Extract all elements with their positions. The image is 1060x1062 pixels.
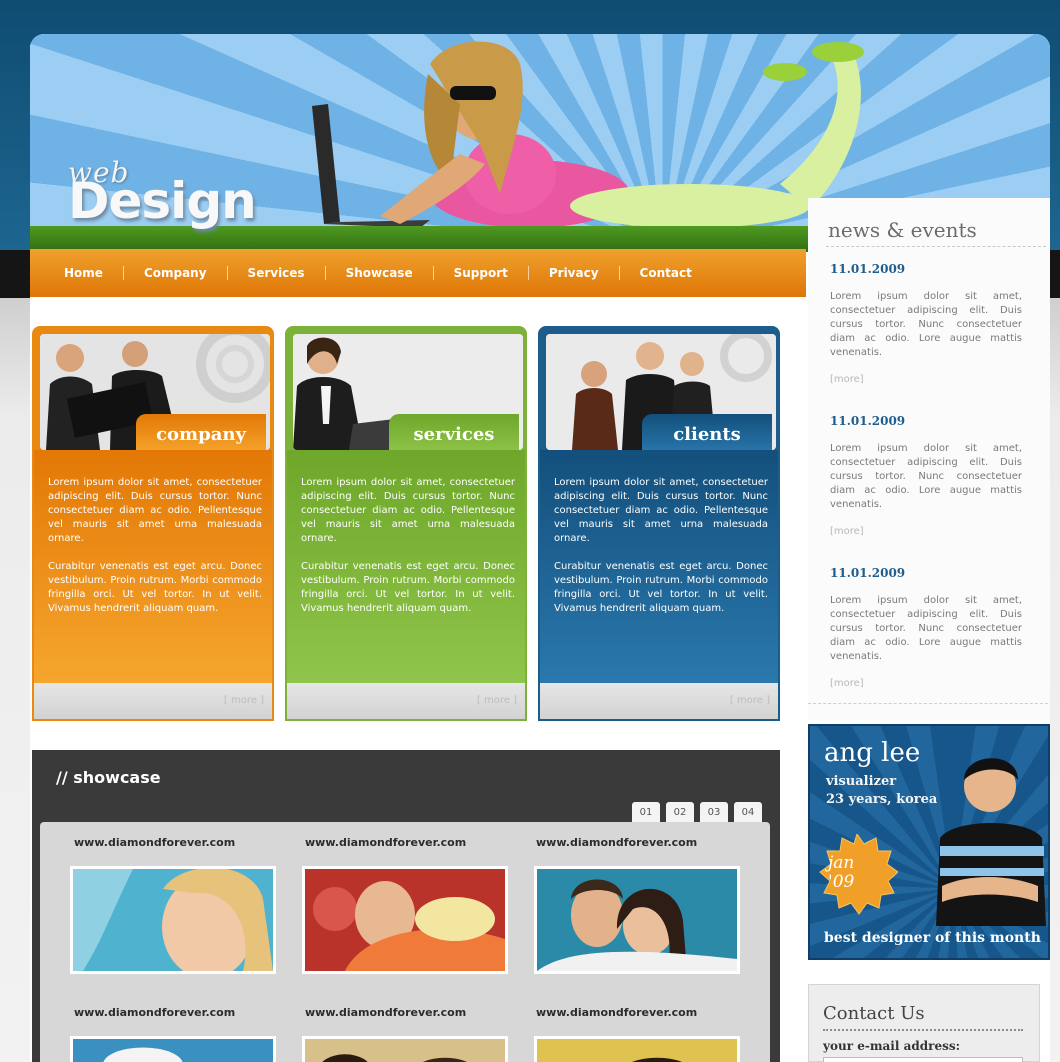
showcase-grid: www.diamondforever.com www.diamondforeve… (40, 822, 770, 1062)
logo-design-text: Design (68, 172, 257, 230)
clients-paragraph-1: Lorem ipsum dolor sit amet, consectetuer… (554, 477, 768, 544)
page-container: web Design Home Company Services Showcas… (30, 34, 1050, 1062)
news-text: Lorem ipsum dolor sit amet, consectetuer… (830, 595, 1022, 662)
nav-contact[interactable]: Contact (620, 266, 712, 280)
services-paragraph-1: Lorem ipsum dolor sit amet, consectetuer… (301, 477, 515, 544)
clients-paragraph-2: Curabitur venenatis est eget arcu. Donec… (554, 561, 768, 614)
showcase-url[interactable]: www.diamondforever.com (74, 1006, 235, 1019)
showcase-url[interactable]: www.diamondforever.com (305, 1006, 466, 1019)
email-field[interactable] (823, 1057, 1023, 1062)
company-paragraph-1: Lorem ipsum dolor sit amet, consectetuer… (48, 477, 262, 544)
services-more-link[interactable]: [ more ] (287, 683, 525, 719)
company-more-link[interactable]: [ more ] (34, 683, 272, 719)
main-nav: Home Company Services Showcase Support P… (30, 249, 806, 297)
nav-showcase[interactable]: Showcase (326, 266, 434, 280)
profile-name: ang lee (824, 738, 921, 768)
showcase-url[interactable]: www.diamondforever.com (74, 836, 235, 849)
news-text: Lorem ipsum dolor sit amet, consectetuer… (830, 291, 1022, 358)
news-date: 11.01.2009 (830, 566, 906, 580)
showcase-title: // showcase (56, 768, 161, 787)
news-item: 11.01.2009 Lorem ipsum dolor sit amet, c… (830, 414, 1022, 537)
news-divider (826, 246, 1046, 247)
showcase-thumbnail[interactable] (534, 866, 740, 974)
news-more-link[interactable]: [more] (830, 526, 1022, 537)
profile-info: 23 years, korea (826, 792, 938, 807)
email-label: your e-mail address: (823, 1039, 961, 1053)
clients-body: Lorem ipsum dolor sit amet, consectetuer… (540, 450, 778, 683)
pager-02[interactable]: 02 (666, 802, 694, 822)
news-bottom-divider (808, 703, 1048, 704)
showcase-thumbnail[interactable] (534, 1036, 740, 1062)
nav-support[interactable]: Support (434, 266, 529, 280)
company-body: Lorem ipsum dolor sit amet, consectetuer… (34, 450, 272, 683)
badge-month: jan (828, 853, 855, 873)
clients-box: clients Lorem ipsum dolor sit amet, cons… (538, 326, 780, 721)
pager-03[interactable]: 03 (700, 802, 728, 822)
designer-of-month-panel: ang lee visualizer 23 years, korea jan '… (808, 724, 1050, 960)
services-box: services Lorem ipsum dolor sit amet, con… (285, 326, 527, 721)
news-date: 11.01.2009 (830, 414, 906, 428)
pager-04[interactable]: 04 (734, 802, 762, 822)
showcase-pager: 01 02 03 04 (626, 802, 762, 822)
news-text: Lorem ipsum dolor sit amet, consectetuer… (830, 443, 1022, 510)
showcase-url[interactable]: www.diamondforever.com (536, 836, 697, 849)
showcase-url[interactable]: www.diamondforever.com (305, 836, 466, 849)
showcase-thumbnail[interactable] (302, 866, 508, 974)
services-paragraph-2: Curabitur venenatis est eget arcu. Donec… (301, 561, 515, 614)
showcase-thumbnail[interactable] (70, 866, 276, 974)
news-item: 11.01.2009 Lorem ipsum dolor sit amet, c… (830, 262, 1022, 385)
contact-divider (823, 1029, 1023, 1031)
news-item: 11.01.2009 Lorem ipsum dolor sit amet, c… (830, 566, 1022, 689)
nav-privacy[interactable]: Privacy (529, 266, 620, 280)
news-events-panel: news & events 11.01.2009 Lorem ipsum dol… (808, 198, 1050, 720)
company-paragraph-2: Curabitur venenatis est eget arcu. Donec… (48, 561, 262, 614)
services-tab-title: services (389, 414, 519, 454)
showcase-panel: // showcase 01 02 03 04 www.diamondforev… (32, 750, 780, 1062)
showcase-url[interactable]: www.diamondforever.com (536, 1006, 697, 1019)
pager-01[interactable]: 01 (632, 802, 660, 822)
clients-more-link[interactable]: [ more ] (540, 683, 778, 719)
contact-panel: Contact Us your e-mail address: (808, 984, 1040, 1062)
news-more-link[interactable]: [more] (830, 678, 1022, 689)
profile-role: visualizer (826, 774, 897, 789)
news-date: 11.01.2009 (830, 262, 906, 276)
company-box: company Lorem ipsum dolor sit amet, cons… (32, 326, 274, 721)
clients-tab-title: clients (642, 414, 772, 454)
profile-photo (936, 758, 1046, 926)
badge-year: '09 (828, 872, 855, 892)
nav-home[interactable]: Home (44, 266, 124, 280)
showcase-thumbnail[interactable] (70, 1036, 276, 1062)
company-tab-title: company (136, 414, 266, 454)
profile-caption: best designer of this month (824, 930, 1041, 946)
services-body: Lorem ipsum dolor sit amet, consectetuer… (287, 450, 525, 683)
news-more-link[interactable]: [more] (830, 374, 1022, 385)
nav-company[interactable]: Company (124, 266, 228, 280)
showcase-thumbnail[interactable] (302, 1036, 508, 1062)
contact-title: Contact Us (823, 1003, 925, 1024)
nav-services[interactable]: Services (228, 266, 326, 280)
month-badge-text: jan '09 (828, 854, 854, 892)
news-title: news & events (828, 218, 977, 242)
